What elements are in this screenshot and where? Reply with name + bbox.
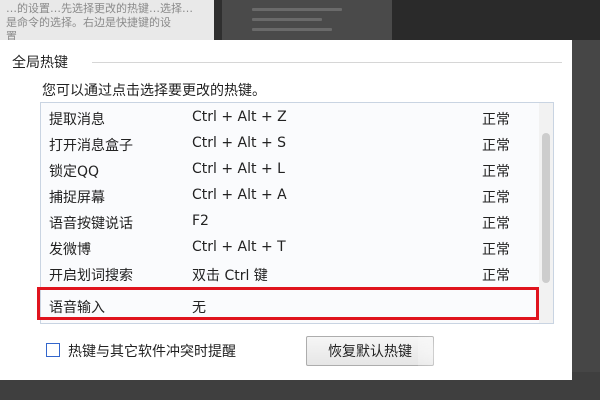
hotkey-row-push-to-talk[interactable]: 语音按键说话 F2 正常 [41,209,539,235]
hotkey-keys: Ctrl + Alt + Z [192,109,287,125]
hotkey-status: 正常 [482,190,510,206]
background-instructions-panel: …的设置…先选择更改的热键…选择… 是命令的选择。右边是快捷键的设 置 [0,0,214,40]
hotkey-action: 锁定QQ [49,164,100,180]
group-title: 全局热键 [12,55,68,71]
scrollbar-thumb[interactable] [542,133,550,283]
hotkey-list-scrollbar[interactable] [539,103,553,323]
hotkey-status: 正常 [482,138,510,154]
hotkey-keys: Ctrl + Alt + T [192,239,286,255]
hotkey-row-post-weibo[interactable]: 发微博 Ctrl + Alt + T 正常 [41,235,539,261]
hotkey-action: 打开消息盒子 [49,138,133,154]
background-line [252,8,342,11]
restore-default-hotkeys-button[interactable]: 恢复默认热键 [306,336,434,366]
global-hotkeys-dialog: 全局热键 您可以通过点击选择要更改的热键。 提取消息 Ctrl + Alt + … [0,40,572,380]
background-right-panel [392,0,600,40]
background-line [252,18,322,21]
hotkey-status: 正常 [482,164,510,180]
voice-input-highlight-box [37,287,539,320]
background-instructions-text: …的设置…先选择更改的热键…选择… 是命令的选择。右边是快捷键的设 置 [6,2,193,40]
hotkey-status: 正常 [482,242,510,258]
hotkey-status: 正常 [482,268,510,284]
hotkey-status: 正常 [482,112,510,128]
hotkey-row-word-search[interactable]: 开启划词搜索 双击 Ctrl 键 正常 [41,261,539,287]
hotkey-keys: F2 [192,213,209,229]
conflict-reminder-checkbox[interactable] [46,343,60,357]
hotkey-keys: Ctrl + Alt + S [192,135,287,151]
hotkey-row-extract-message[interactable]: 提取消息 Ctrl + Alt + Z 正常 [41,105,539,131]
hotkey-row-capture-screen[interactable]: 捕捉屏幕 Ctrl + Alt + A 正常 [41,183,539,209]
background-line [252,28,332,31]
hotkey-action: 发微博 [49,242,91,258]
hotkey-keys: Ctrl + Alt + A [192,187,287,203]
description-text: 您可以通过点击选择要更改的热键。 [42,83,266,99]
hotkey-action: 提取消息 [49,112,105,128]
background-right-strip [572,40,600,372]
hotkey-row-open-message-box[interactable]: 打开消息盒子 Ctrl + Alt + S 正常 [41,131,539,157]
hotkey-action: 捕捉屏幕 [49,190,105,206]
hotkey-action: 开启划词搜索 [49,268,133,284]
background-dark-panel [222,0,392,40]
hotkey-keys: Ctrl + Alt + L [192,161,285,177]
hotkey-keys: 双击 Ctrl 键 [192,268,268,284]
hotkey-action: 语音按键说话 [49,216,133,232]
screen-glare [418,334,568,374]
group-divider [92,62,562,63]
hotkey-row-lock-qq[interactable]: 锁定QQ Ctrl + Alt + L 正常 [41,157,539,183]
hotkey-status: 正常 [482,216,510,232]
conflict-reminder-label: 热键与其它软件冲突时提醒 [68,344,236,360]
